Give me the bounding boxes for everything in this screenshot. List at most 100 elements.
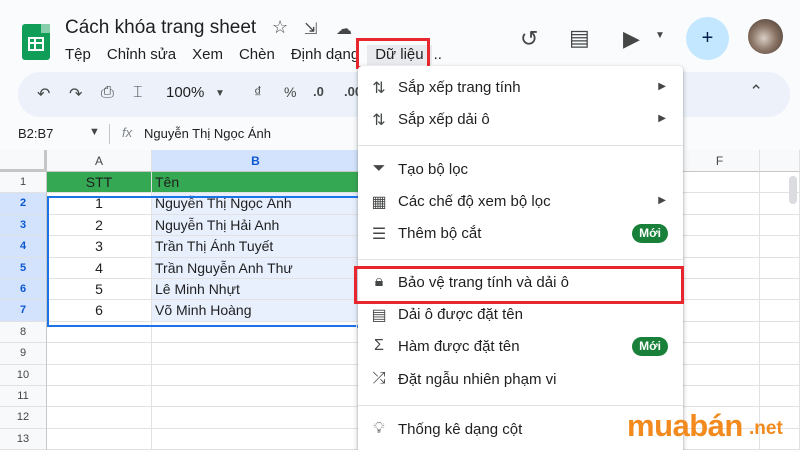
row-header[interactable]: 12: [0, 407, 47, 429]
menu-format[interactable]: Định dạng: [283, 45, 367, 65]
cell[interactable]: [760, 279, 800, 301]
move-folder-icon[interactable]: ⇲: [304, 19, 317, 39]
cell-name[interactable]: Võ Minh Hoàng: [152, 300, 360, 322]
cell[interactable]: [680, 214, 760, 237]
cell[interactable]: [680, 257, 760, 279]
column-header-g[interactable]: [760, 150, 800, 172]
share-button[interactable]: +: [686, 17, 729, 60]
row-header[interactable]: 3: [0, 214, 47, 237]
cell[interactable]: [680, 279, 760, 301]
cell[interactable]: [760, 386, 800, 408]
menu-edit[interactable]: Chỉnh sửa: [99, 45, 184, 65]
version-history-icon[interactable]: ↺: [520, 26, 538, 52]
cell[interactable]: [152, 428, 360, 450]
row-header[interactable]: 9: [0, 343, 47, 365]
cell[interactable]: [760, 321, 800, 344]
menu-item-sort-sheet[interactable]: ⇅ Sắp xếp trang tính ▶: [358, 72, 683, 104]
column-header-b[interactable]: B: [152, 150, 360, 172]
comments-icon[interactable]: ▤: [569, 25, 590, 51]
meet-dropdown-icon[interactable]: ▼: [655, 30, 665, 41]
cell[interactable]: [760, 300, 800, 322]
cell-stt[interactable]: 2: [47, 214, 152, 237]
row-header[interactable]: 4: [0, 236, 47, 258]
row-header[interactable]: 2: [0, 193, 47, 215]
menu-view[interactable]: Xem: [184, 45, 231, 65]
print-icon[interactable]: ⎙: [101, 84, 114, 102]
cell[interactable]: [152, 407, 360, 429]
cell-stt[interactable]: 5: [47, 279, 152, 301]
select-all-corner[interactable]: [0, 150, 47, 172]
row-header[interactable]: 6: [0, 279, 47, 301]
row-header[interactable]: 5: [0, 257, 47, 279]
cell-stt[interactable]: 1: [47, 193, 152, 215]
menu-more[interactable]: ..: [432, 45, 444, 65]
cell[interactable]: [680, 300, 760, 322]
cell[interactable]: [680, 193, 760, 215]
cell[interactable]: [47, 407, 152, 429]
cell[interactable]: [152, 321, 360, 344]
cell[interactable]: [47, 386, 152, 408]
sheets-logo-icon[interactable]: [22, 24, 50, 60]
currency-format-button[interactable]: ₫: [254, 84, 262, 101]
cell[interactable]: [760, 236, 800, 258]
menu-item-create-filter[interactable]: ⏷ Tạo bộ lọc: [358, 154, 683, 186]
cell[interactable]: [47, 428, 152, 450]
cell[interactable]: [47, 364, 152, 386]
cell[interactable]: [680, 321, 760, 344]
row-header[interactable]: 11: [0, 386, 47, 408]
cell[interactable]: [760, 343, 800, 365]
avatar[interactable]: [748, 19, 783, 54]
cell-name[interactable]: Trần Nguyễn Anh Thư: [152, 257, 360, 279]
cell[interactable]: [152, 364, 360, 386]
cell-stt[interactable]: 4: [47, 257, 152, 279]
header-cell-name[interactable]: Tên: [152, 172, 360, 194]
row-header[interactable]: 7: [0, 300, 47, 322]
cell-stt[interactable]: 3: [47, 236, 152, 258]
collapse-toolbar-icon[interactable]: ⌃: [749, 82, 763, 102]
menu-file[interactable]: Tệp: [57, 45, 99, 65]
cell-name[interactable]: Nguyễn Thị Ngọc Ánh: [152, 193, 360, 215]
cell-name[interactable]: Trần Thị Ánh Tuyết: [152, 236, 360, 258]
star-icon[interactable]: ☆: [272, 17, 288, 38]
name-box[interactable]: B2:B7: [18, 126, 53, 141]
cell-name[interactable]: Nguyễn Thị Hải Anh: [152, 214, 360, 237]
decrease-decimal-button[interactable]: .0: [313, 84, 324, 99]
row-header[interactable]: 13: [0, 428, 47, 450]
document-title[interactable]: Cách khóa trang sheet: [65, 17, 256, 39]
paint-format-icon[interactable]: ⌶: [133, 84, 143, 102]
row-header[interactable]: 1: [0, 172, 47, 194]
cell[interactable]: [680, 364, 760, 386]
cloud-status-icon[interactable]: ☁: [336, 19, 352, 39]
zoom-select[interactable]: 100%: [166, 84, 204, 101]
row-header[interactable]: 8: [0, 321, 47, 344]
menu-item-add-slicer[interactable]: ☰ Thêm bộ cắt Mới: [358, 218, 683, 250]
menu-item-sort-range[interactable]: ⇅ Sắp xếp dải ô ▶: [358, 104, 683, 136]
menu-insert[interactable]: Chèn: [231, 45, 283, 65]
cell[interactable]: [760, 214, 800, 237]
cell[interactable]: [680, 236, 760, 258]
column-header-f[interactable]: F: [680, 150, 760, 172]
cell-stt[interactable]: 6: [47, 300, 152, 322]
cell[interactable]: [680, 172, 760, 194]
cell[interactable]: [680, 343, 760, 365]
menu-item-filter-views[interactable]: ▦ Các chế độ xem bộ lọc ▶: [358, 186, 683, 218]
cell[interactable]: [47, 321, 152, 344]
row-header[interactable]: 10: [0, 364, 47, 386]
menu-item-named-functions[interactable]: Σ Hàm được đặt tên Mới: [358, 331, 683, 363]
cell[interactable]: [680, 386, 760, 408]
undo-icon[interactable]: ↶: [37, 84, 50, 104]
cell[interactable]: [47, 343, 152, 365]
meet-icon[interactable]: ▶: [623, 26, 640, 52]
formula-input[interactable]: Nguyễn Thị Ngọc Ánh: [144, 126, 271, 141]
cell[interactable]: [152, 343, 360, 365]
menu-item-randomize-range[interactable]: ⤮ Đặt ngẫu nhiên phạm vi: [358, 364, 683, 396]
name-box-dropdown-icon[interactable]: ▼: [89, 126, 100, 138]
cell[interactable]: [760, 257, 800, 279]
column-header-a[interactable]: A: [47, 150, 152, 172]
cell-name[interactable]: Lê Minh Nhựt: [152, 279, 360, 301]
percent-format-button[interactable]: %: [284, 84, 296, 100]
zoom-dropdown-icon[interactable]: ▼: [215, 88, 225, 99]
header-cell-stt[interactable]: STT: [47, 172, 152, 194]
cell[interactable]: [760, 364, 800, 386]
vertical-scrollbar[interactable]: [789, 176, 797, 204]
